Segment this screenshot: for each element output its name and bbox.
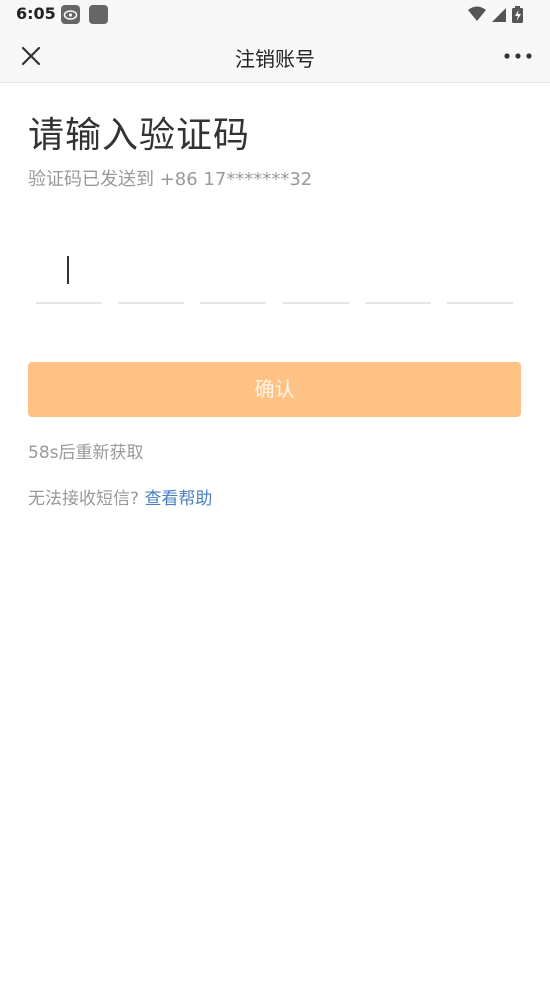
help-line: 无法接收短信? 查看帮助 bbox=[28, 484, 212, 509]
code-input-5[interactable] bbox=[365, 252, 431, 304]
more-horizontal-icon bbox=[504, 53, 532, 59]
code-input-1[interactable] bbox=[36, 252, 102, 304]
wifi-icon bbox=[468, 6, 486, 21]
status-bar: 6:05 bbox=[0, 0, 550, 30]
code-input-2[interactable] bbox=[118, 252, 184, 304]
battery-charging-icon bbox=[512, 6, 523, 23]
page: 6:05 注销账号 请输入验证码 验证码已发送到 +86 17*******32… bbox=[0, 0, 550, 982]
signal-icon bbox=[492, 8, 506, 22]
more-button[interactable] bbox=[502, 42, 534, 70]
resend-countdown: 58s后重新获取 bbox=[28, 443, 144, 463]
status-right-icons bbox=[466, 5, 536, 25]
code-input-4[interactable] bbox=[283, 252, 349, 304]
code-input-3[interactable] bbox=[200, 252, 266, 304]
heading: 请输入验证码 bbox=[28, 115, 251, 156]
sent-hint: 验证码已发送到 +86 17*******32 bbox=[28, 169, 313, 190]
status-time: 6:05 bbox=[16, 4, 56, 23]
app-square-icon bbox=[89, 5, 108, 24]
app-header: 注销账号 bbox=[0, 30, 550, 83]
help-prefix: 无法接收短信? bbox=[28, 489, 140, 509]
app-notification-icon bbox=[61, 5, 80, 24]
page-title: 注销账号 bbox=[235, 47, 315, 71]
confirm-button[interactable]: 确认 bbox=[28, 362, 521, 417]
text-caret bbox=[67, 256, 69, 284]
help-link[interactable]: 查看帮助 bbox=[144, 489, 212, 509]
code-input-6[interactable] bbox=[447, 252, 513, 304]
